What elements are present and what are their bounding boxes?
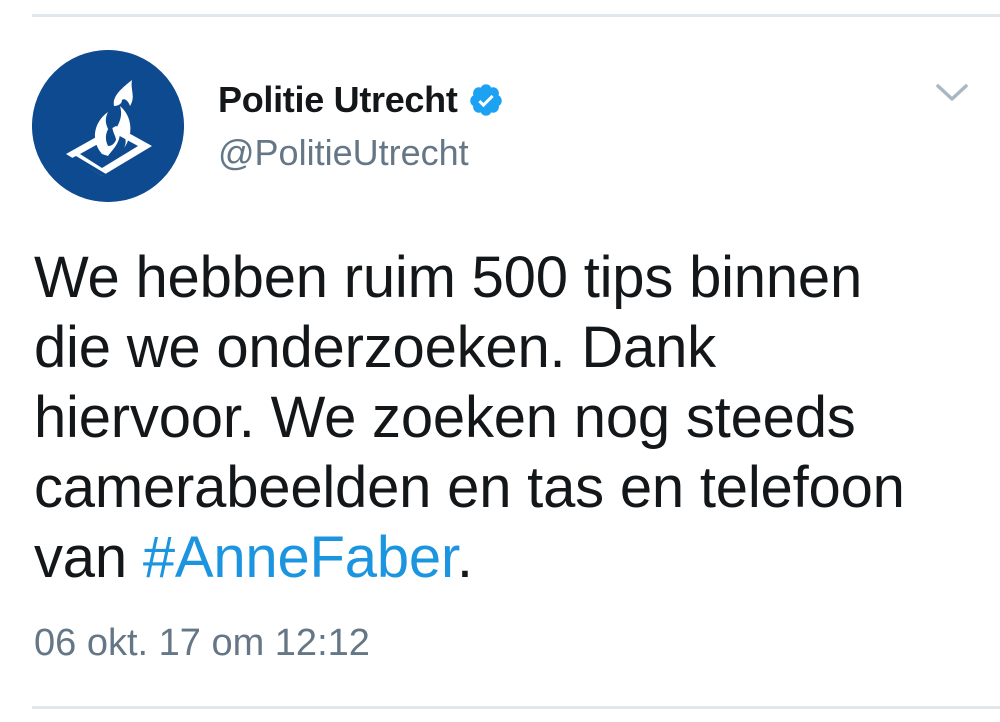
hashtag-link[interactable]: #AnneFaber (143, 525, 457, 590)
author-display-name[interactable]: Politie Utrecht (218, 79, 458, 121)
tweet-author[interactable]: Politie Utrecht @PolitieUtrecht (218, 74, 504, 174)
tweet-text-line: We hebben ruim 500 tips binnen (34, 245, 863, 310)
tweet-text-line: van #AnneFaber. (34, 523, 974, 593)
tweet-text-prefix: van (34, 525, 143, 590)
avatar[interactable] (32, 50, 184, 202)
tweet-text: We hebben ruim 500 tips binnen die we on… (34, 243, 974, 593)
chevron-down-icon[interactable] (934, 78, 970, 106)
author-name-row: Politie Utrecht (218, 74, 504, 126)
author-handle[interactable]: @PolitieUtrecht (218, 132, 504, 174)
tweet-text-line: camerabeelden en tas en telefoon (34, 455, 905, 520)
verified-badge-icon (468, 82, 504, 118)
tweet-timestamp[interactable]: 06 okt. 17 om 12:12 (34, 622, 370, 665)
bottom-divider (32, 706, 1000, 709)
top-divider (32, 14, 1000, 17)
tweet-text-suffix: . (456, 525, 473, 590)
tweet-text-line: hiervoor. We zoeken nog steeds (34, 385, 856, 450)
tweet-text-line: die we onderzoeken. Dank (34, 315, 716, 380)
police-logo-icon (32, 50, 184, 202)
